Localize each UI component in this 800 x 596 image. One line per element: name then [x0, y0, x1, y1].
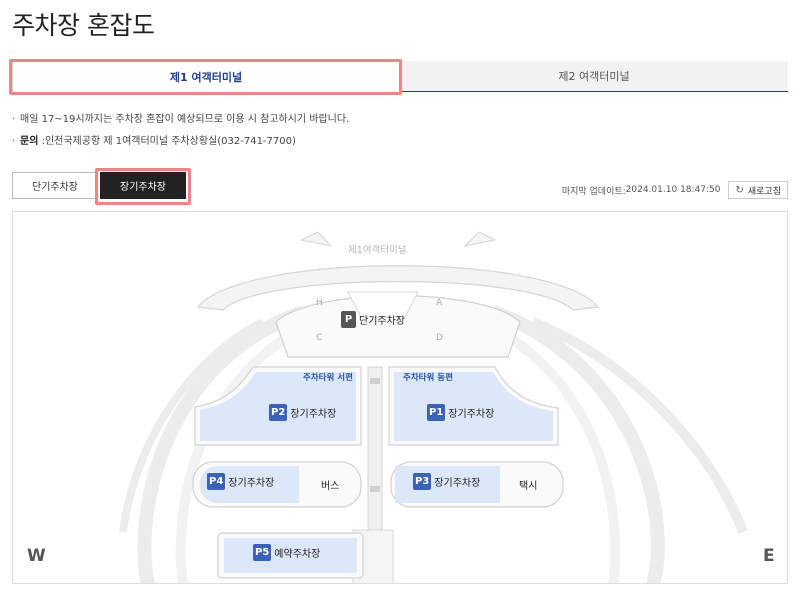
gate-c: C: [316, 333, 323, 343]
tower-west-label: 주차타워 서편: [303, 373, 353, 383]
bus-label: 버스: [321, 481, 340, 492]
refresh-button[interactable]: ↻ 새로고침: [728, 181, 788, 199]
short-term-badge: P: [341, 311, 356, 328]
inquiry-notice: 문의 :인천국제공항 제 1여객터미널 주차상황실(032-741-7700): [12, 135, 349, 157]
lot-p2-marker[interactable]: P2 장기주차장: [269, 404, 336, 421]
lot-p1-label: 장기주차장: [448, 409, 495, 420]
taxi-label: 택시: [519, 481, 538, 492]
refresh-label: 새로고침: [747, 186, 781, 197]
gate-a: A: [436, 298, 443, 308]
congestion-notice: 매일 17~19시까지는 주차장 혼잡이 예상되므로 이용 시 참고하시기 바랍…: [12, 113, 349, 135]
tab-terminal-2[interactable]: 제2 여객터미널: [400, 61, 788, 92]
short-term-label: 단기주차장: [359, 316, 405, 327]
compass-west: W: [27, 546, 46, 566]
lot-p1-badge: P1: [427, 404, 446, 421]
terminal-wing-right: [463, 231, 497, 247]
last-update: 마지막 업데이트: 2024.01.10 18:47:50 ↻ 새로고침: [562, 181, 788, 199]
tower-bridge-1: [370, 378, 380, 384]
lot-p3-marker[interactable]: P3 장기주차장: [413, 473, 480, 490]
lot-p4-label: 장기주차장: [228, 478, 275, 489]
lot-p3-badge: P3: [413, 473, 432, 490]
inquiry-text: :인천국제공항 제 1여객터미널 주차상황실(032-741-7700): [38, 136, 296, 147]
short-term-lot-marker[interactable]: P 단기주차장: [341, 311, 405, 328]
lot-p5-marker[interactable]: P5 예약주차장: [253, 544, 320, 561]
tower-bridge-2: [370, 486, 380, 492]
central-corridor: [367, 366, 383, 533]
terminal-wing-left: [299, 231, 333, 247]
lot-p2-badge: P2: [269, 404, 288, 421]
tab-terminal-1[interactable]: 제1 여객터미널: [12, 61, 400, 92]
lot-type-toggle: 단기주차장 장기주차장: [12, 172, 186, 199]
lot-p1-marker[interactable]: P1 장기주차장: [427, 404, 494, 421]
refresh-icon: ↻: [735, 184, 744, 196]
last-update-label: 마지막 업데이트:: [561, 186, 626, 197]
short-term-button[interactable]: 단기주차장: [12, 172, 98, 199]
lot-p5-label: 예약주차장: [274, 549, 321, 560]
map-graphic: [119, 231, 748, 583]
lot-p5-badge: P5: [253, 544, 272, 561]
tower-east-label: 주차타워 동편: [403, 373, 453, 383]
east-inner-road: [480, 317, 621, 583]
last-update-value: 2024.01.10 18:47:50: [625, 185, 721, 195]
lot-p3-label: 장기주차장: [434, 478, 481, 489]
lot-p4-badge: P4: [207, 473, 226, 490]
terminal-label: 제1여객터미널: [348, 245, 407, 256]
terminal-tabs: 제1 여객터미널 제2 여객터미널: [12, 61, 788, 92]
parking-map: 제1여객터미널 H A C D P 단기주차장 주차타워 서편 주차타워 동편 …: [12, 211, 788, 584]
inquiry-label: 문의: [20, 136, 39, 147]
gate-h: H: [316, 298, 323, 308]
long-term-button[interactable]: 장기주차장: [100, 172, 186, 199]
gate-d: D: [436, 333, 443, 343]
page-title: 주차장 혼잡도: [12, 11, 155, 40]
compass-east: E: [763, 546, 775, 566]
notice-list: 매일 17~19시까지는 주차장 혼잡이 예상되므로 이용 시 참고하시기 바랍…: [12, 113, 349, 157]
lot-p2-label: 장기주차장: [290, 409, 337, 420]
east-outer-road: [490, 305, 665, 583]
lot-p4-marker[interactable]: P4 장기주차장: [207, 473, 274, 490]
